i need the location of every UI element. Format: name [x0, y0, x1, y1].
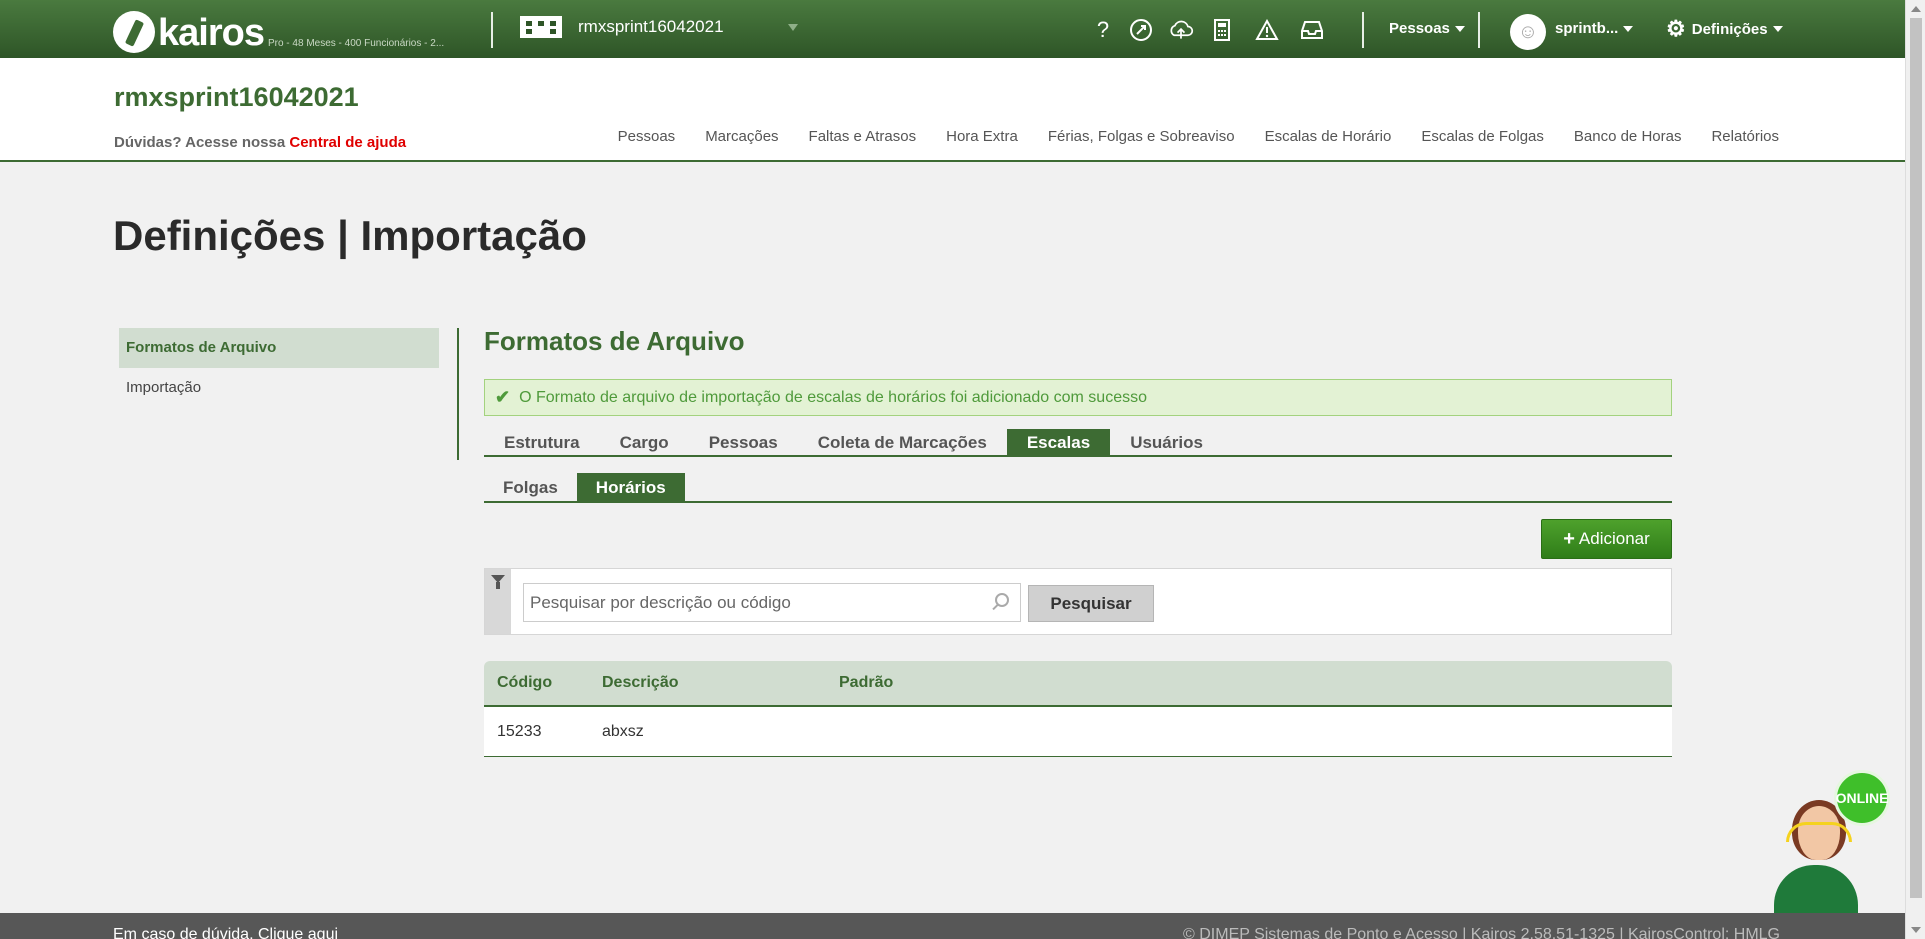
help-line: Dúvidas? Acesse nossa Central de ajuda — [114, 134, 406, 151]
cell-codigo: 15233 — [497, 722, 542, 740]
scroll-up-icon[interactable] — [1911, 6, 1921, 12]
kairos-logo[interactable]: kairos Pro - 48 Meses - 400 Funcionários… — [113, 5, 444, 53]
search-input[interactable] — [523, 583, 1021, 622]
sidebar: Formatos de Arquivo Importação — [119, 328, 439, 408]
nav-item-escalas-horario[interactable]: Escalas de Horário — [1265, 128, 1392, 145]
table-row[interactable]: 15233 abxsz — [484, 707, 1672, 757]
section-title: Formatos de Arquivo — [484, 326, 745, 356]
avatar[interactable]: ☺ — [1510, 14, 1546, 50]
scroll-down-icon[interactable] — [1911, 927, 1921, 933]
rocket-icon[interactable] — [1128, 17, 1154, 43]
help-prefix: Dúvidas? Acesse nossa — [114, 134, 286, 151]
sidebar-item-formatos-arquivo[interactable]: Formatos de Arquivo — [119, 328, 439, 368]
inbox-icon[interactable] — [1299, 17, 1325, 43]
cloud-upload-icon[interactable] — [1168, 17, 1194, 43]
tab-escalas[interactable]: Escalas — [1006, 429, 1111, 455]
tab-estrutura[interactable]: Estrutura — [484, 429, 600, 455]
page-title: Definições | Importação — [113, 212, 587, 259]
tab-cargo[interactable]: Cargo — [600, 429, 689, 455]
table-header: Código Descrição Padrão — [484, 661, 1672, 707]
user-name: sprintb... — [1555, 20, 1619, 37]
search-icon — [995, 593, 1009, 607]
warning-icon[interactable] — [1254, 17, 1280, 43]
help-icon[interactable]: ? — [1090, 17, 1116, 43]
tab-usuarios[interactable]: Usuários — [1110, 429, 1223, 455]
check-icon: ✔ — [495, 387, 511, 407]
divider — [1478, 12, 1480, 48]
nav-item-relatorios[interactable]: Relatórios — [1711, 128, 1779, 145]
add-button[interactable]: + Adicionar — [1541, 519, 1672, 559]
chat-widget[interactable]: ONLINE — [1772, 770, 1892, 915]
column-header-codigo[interactable]: Código — [484, 674, 602, 692]
building-icon — [520, 16, 562, 38]
add-button-label: Adicionar — [1578, 529, 1650, 548]
scrollbar[interactable] — [1905, 0, 1925, 939]
people-menu-label: Pessoas — [1389, 20, 1450, 37]
chevron-down-icon — [1772, 26, 1783, 32]
nav-item-faltas-atrasos[interactable]: Faltas e Atrasos — [809, 128, 917, 145]
nav-item-ferias-folgas[interactable]: Férias, Folgas e Sobreaviso — [1048, 128, 1235, 145]
filter-toggle[interactable] — [485, 569, 511, 634]
divider — [1362, 12, 1364, 48]
company-title: rmxsprint16042021 — [114, 82, 359, 112]
tab-bar: Estrutura Cargo Pessoas Coleta de Marcaç… — [484, 429, 1672, 457]
divider — [491, 12, 493, 48]
success-alert: ✔ O Formato de arquivo de importação de … — [484, 379, 1672, 416]
search-panel: Pesquisar — [484, 568, 1672, 635]
plus-icon: + — [1563, 527, 1575, 550]
footer: Em caso de dúvida, Clique aqui © DIMEP S… — [0, 913, 1905, 939]
tab-coleta-marcacoes[interactable]: Coleta de Marcações — [798, 429, 1007, 455]
scrollbar-thumb[interactable] — [1910, 18, 1922, 898]
chevron-down-icon — [1623, 25, 1634, 32]
chat-agent-body — [1774, 865, 1858, 915]
main-nav: Pessoas Marcações Faltas e Atrasos Hora … — [618, 128, 1779, 145]
people-menu[interactable]: Pessoas — [1389, 20, 1465, 37]
user-menu[interactable]: sprintb... — [1555, 20, 1634, 37]
footer-copyright: © DIMEP Sistemas de Ponto e Acesso | Kai… — [1183, 926, 1780, 939]
settings-menu-label: Definições — [1691, 20, 1768, 38]
subtab-horarios[interactable]: Horários — [576, 473, 685, 501]
logo-text: kairos — [158, 12, 265, 54]
nav-item-escalas-folgas[interactable]: Escalas de Folgas — [1421, 128, 1544, 145]
company-name: rmxsprint16042021 — [578, 17, 724, 36]
chevron-down-icon[interactable] — [788, 24, 798, 31]
headset-icon — [1786, 822, 1852, 842]
nav-item-hora-extra[interactable]: Hora Extra — [946, 128, 1018, 145]
top-bar: kairos Pro - 48 Meses - 400 Funcionários… — [0, 0, 1905, 58]
plan-info: Pro - 48 Meses - 400 Funcionários - 2... — [267, 38, 445, 49]
sidebar-divider — [457, 328, 459, 460]
calculator-icon[interactable] — [1209, 17, 1235, 43]
help-center-link[interactable]: Central de ajuda — [289, 134, 406, 151]
gear-icon: ⚙ — [1666, 16, 1686, 41]
subtab-bar: Folgas Horários — [484, 473, 1672, 503]
sidebar-item-importacao[interactable]: Importação — [119, 368, 439, 408]
alert-message: O Formato de arquivo de importação de es… — [519, 388, 1147, 406]
column-header-descricao[interactable]: Descrição — [602, 674, 839, 692]
column-header-padrao[interactable]: Padrão — [839, 674, 1139, 692]
nav-item-pessoas[interactable]: Pessoas — [618, 128, 676, 145]
search-button[interactable]: Pesquisar — [1028, 585, 1154, 622]
data-table: Código Descrição Padrão 15233 abxsz — [484, 661, 1672, 757]
subtab-folgas[interactable]: Folgas — [484, 473, 577, 501]
tab-pessoas[interactable]: Pessoas — [689, 429, 798, 455]
chevron-down-icon — [1454, 25, 1465, 32]
filter-icon — [491, 575, 505, 589]
main-content: Formatos de Arquivo ✔ O Formato de arqui… — [484, 326, 1672, 757]
cell-descricao: abxsz — [602, 722, 644, 740]
settings-menu[interactable]: ⚙ Definições — [1666, 16, 1783, 41]
kairos-logo-icon — [113, 11, 155, 53]
online-badge: ONLINE — [1834, 770, 1890, 826]
nav-item-marcacoes[interactable]: Marcações — [705, 128, 778, 145]
company-selector[interactable]: rmxsprint16042021 — [520, 16, 724, 38]
nav-item-banco-horas[interactable]: Banco de Horas — [1574, 128, 1682, 145]
footer-help-link[interactable]: Em caso de dúvida, Clique aqui — [113, 926, 338, 939]
page-header: rmxsprint16042021 Dúvidas? Acesse nossa … — [0, 58, 1905, 162]
